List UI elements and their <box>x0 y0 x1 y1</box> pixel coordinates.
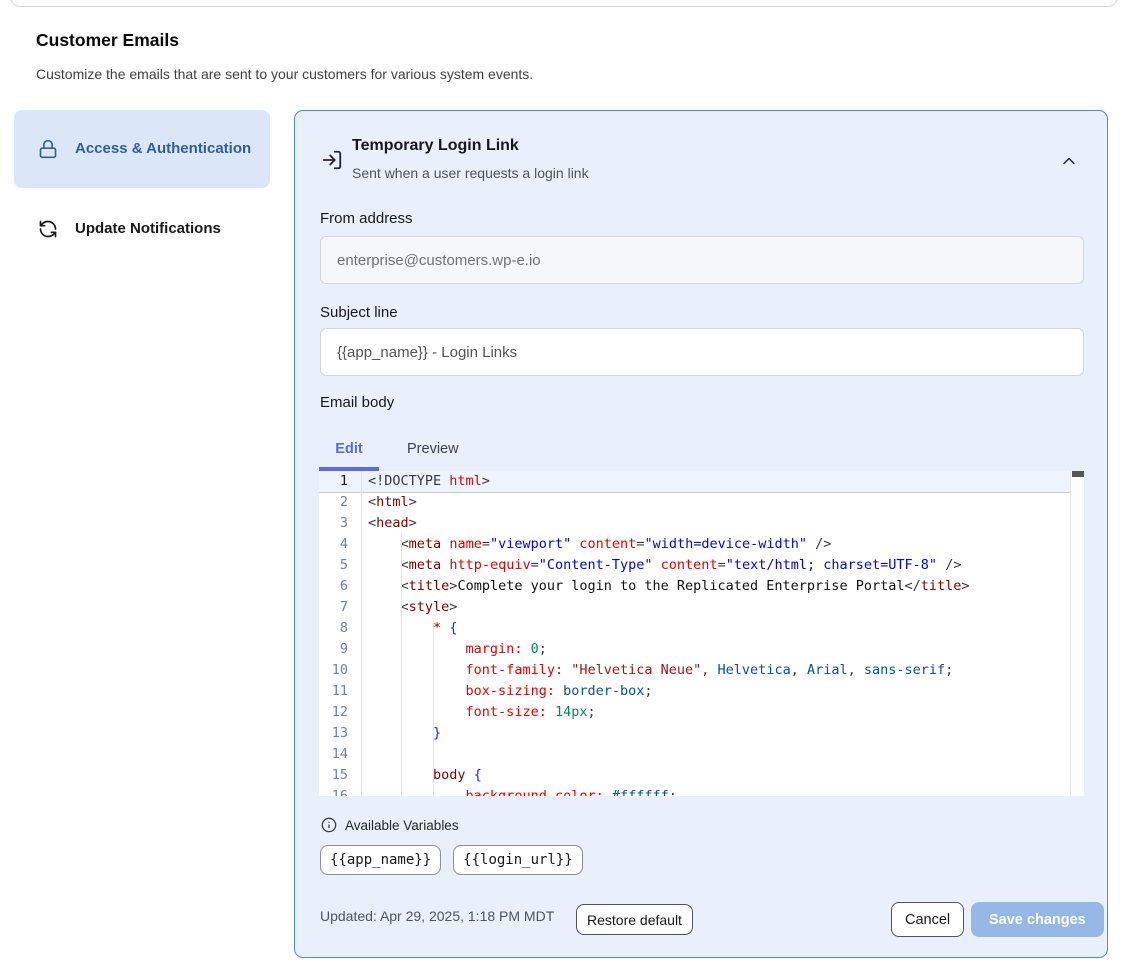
line-number: 13 <box>319 723 361 744</box>
sidebar-item-label: Access & Authentication <box>75 137 251 161</box>
code-line[interactable]: 12 font-size: 14px; <box>319 702 1084 723</box>
line-number: 2 <box>319 492 361 513</box>
customer-emails-page: Customer Emails Customize the emails tha… <box>0 0 1128 980</box>
sidebar-item-label: Update Notifications <box>75 217 221 241</box>
variable-chip-login-url[interactable]: {{login_url}} <box>453 845 583 875</box>
line-number: 11 <box>319 681 361 702</box>
sidebar: Access & Authentication Update Notificat… <box>14 110 270 253</box>
save-changes-button[interactable]: Save changes <box>971 902 1104 937</box>
line-number: 1 <box>319 471 361 492</box>
code-line[interactable]: 15 body { <box>319 765 1084 786</box>
code-line[interactable]: 10 font-family: "Helvetica Neue", Helvet… <box>319 660 1084 681</box>
code-editor[interactable]: 1<!DOCTYPE html>2<html>3<head>4 <meta na… <box>319 471 1084 796</box>
info-icon <box>321 817 337 833</box>
code-line[interactable]: 3<head> <box>319 513 1084 534</box>
line-number: 7 <box>319 597 361 618</box>
line-number: 8 <box>319 618 361 639</box>
code-line[interactable]: 11 box-sizing: border-box; <box>319 681 1084 702</box>
line-number: 10 <box>319 660 361 681</box>
line-number: 6 <box>319 576 361 597</box>
available-variables-label: Available Variables <box>345 818 459 833</box>
code-line[interactable]: 14 <box>319 744 1084 765</box>
temporary-login-link-panel: Temporary Login Link Sent when a user re… <box>294 110 1108 958</box>
code-line[interactable]: 7 <style> <box>319 597 1084 618</box>
line-number: 4 <box>319 534 361 555</box>
editor-scrollbar[interactable] <box>1070 471 1084 796</box>
code-line[interactable]: 2<html> <box>319 492 1084 513</box>
code-lines: 1<!DOCTYPE html>2<html>3<head>4 <meta na… <box>319 471 1084 796</box>
code-line[interactable]: 6 <title>Complete your login to the Repl… <box>319 576 1084 597</box>
code-line[interactable]: 9 margin: 0; <box>319 639 1084 660</box>
line-number: 14 <box>319 744 361 765</box>
sidebar-item-update-notifications[interactable]: Update Notifications <box>14 205 270 253</box>
line-number: 3 <box>319 513 361 534</box>
code-line[interactable]: 1<!DOCTYPE html> <box>319 471 1084 492</box>
sidebar-item-access-authentication[interactable]: Access & Authentication <box>14 110 270 188</box>
available-variables-row: Available Variables <box>321 817 459 833</box>
cancel-button[interactable]: Cancel <box>891 902 964 937</box>
subject-line-input[interactable] <box>320 328 1084 376</box>
variable-chip-app-name[interactable]: {{app_name}} <box>320 845 441 875</box>
line-number: 16 <box>319 786 361 796</box>
line-number: 9 <box>319 639 361 660</box>
line-number: 15 <box>319 765 361 786</box>
updated-timestamp: Updated: Apr 29, 2025, 1:18 PM MDT <box>320 908 554 924</box>
code-line[interactable]: 16 background-color: #ffffff; <box>319 786 1084 796</box>
email-body-label: Email body <box>320 394 394 411</box>
code-line[interactable]: 4 <meta name="viewport" content="width=d… <box>319 534 1084 555</box>
previous-card-bottom-edge <box>10 0 1118 7</box>
tab-edit[interactable]: Edit <box>319 431 379 467</box>
refresh-icon <box>38 219 58 239</box>
subject-line-label: Subject line <box>320 304 398 321</box>
lock-icon <box>38 139 58 159</box>
email-body-tabs: Edit Preview <box>319 431 473 467</box>
chevron-up-icon <box>1059 151 1079 171</box>
login-icon <box>321 149 343 171</box>
variable-chips: {{app_name}} {{login_url}} <box>320 845 583 875</box>
page-title: Customer Emails <box>36 30 179 51</box>
line-number: 12 <box>319 702 361 723</box>
from-address-input[interactable] <box>320 236 1084 284</box>
code-line[interactable]: 8 * { <box>319 618 1084 639</box>
editor-scrollbar-thumb[interactable] <box>1072 471 1084 477</box>
code-line[interactable]: 5 <meta http-equiv="Content-Type" conten… <box>319 555 1084 576</box>
tab-preview[interactable]: Preview <box>393 431 473 467</box>
panel-title: Temporary Login Link <box>352 137 519 155</box>
from-address-label: From address <box>320 210 413 227</box>
page-subtitle: Customize the emails that are sent to yo… <box>36 66 533 82</box>
code-line[interactable]: 13 } <box>319 723 1084 744</box>
panel-subtitle: Sent when a user requests a login link <box>352 165 589 181</box>
restore-default-button[interactable]: Restore default <box>576 904 693 935</box>
collapse-panel-button[interactable] <box>1059 151 1079 171</box>
line-number: 5 <box>319 555 361 576</box>
